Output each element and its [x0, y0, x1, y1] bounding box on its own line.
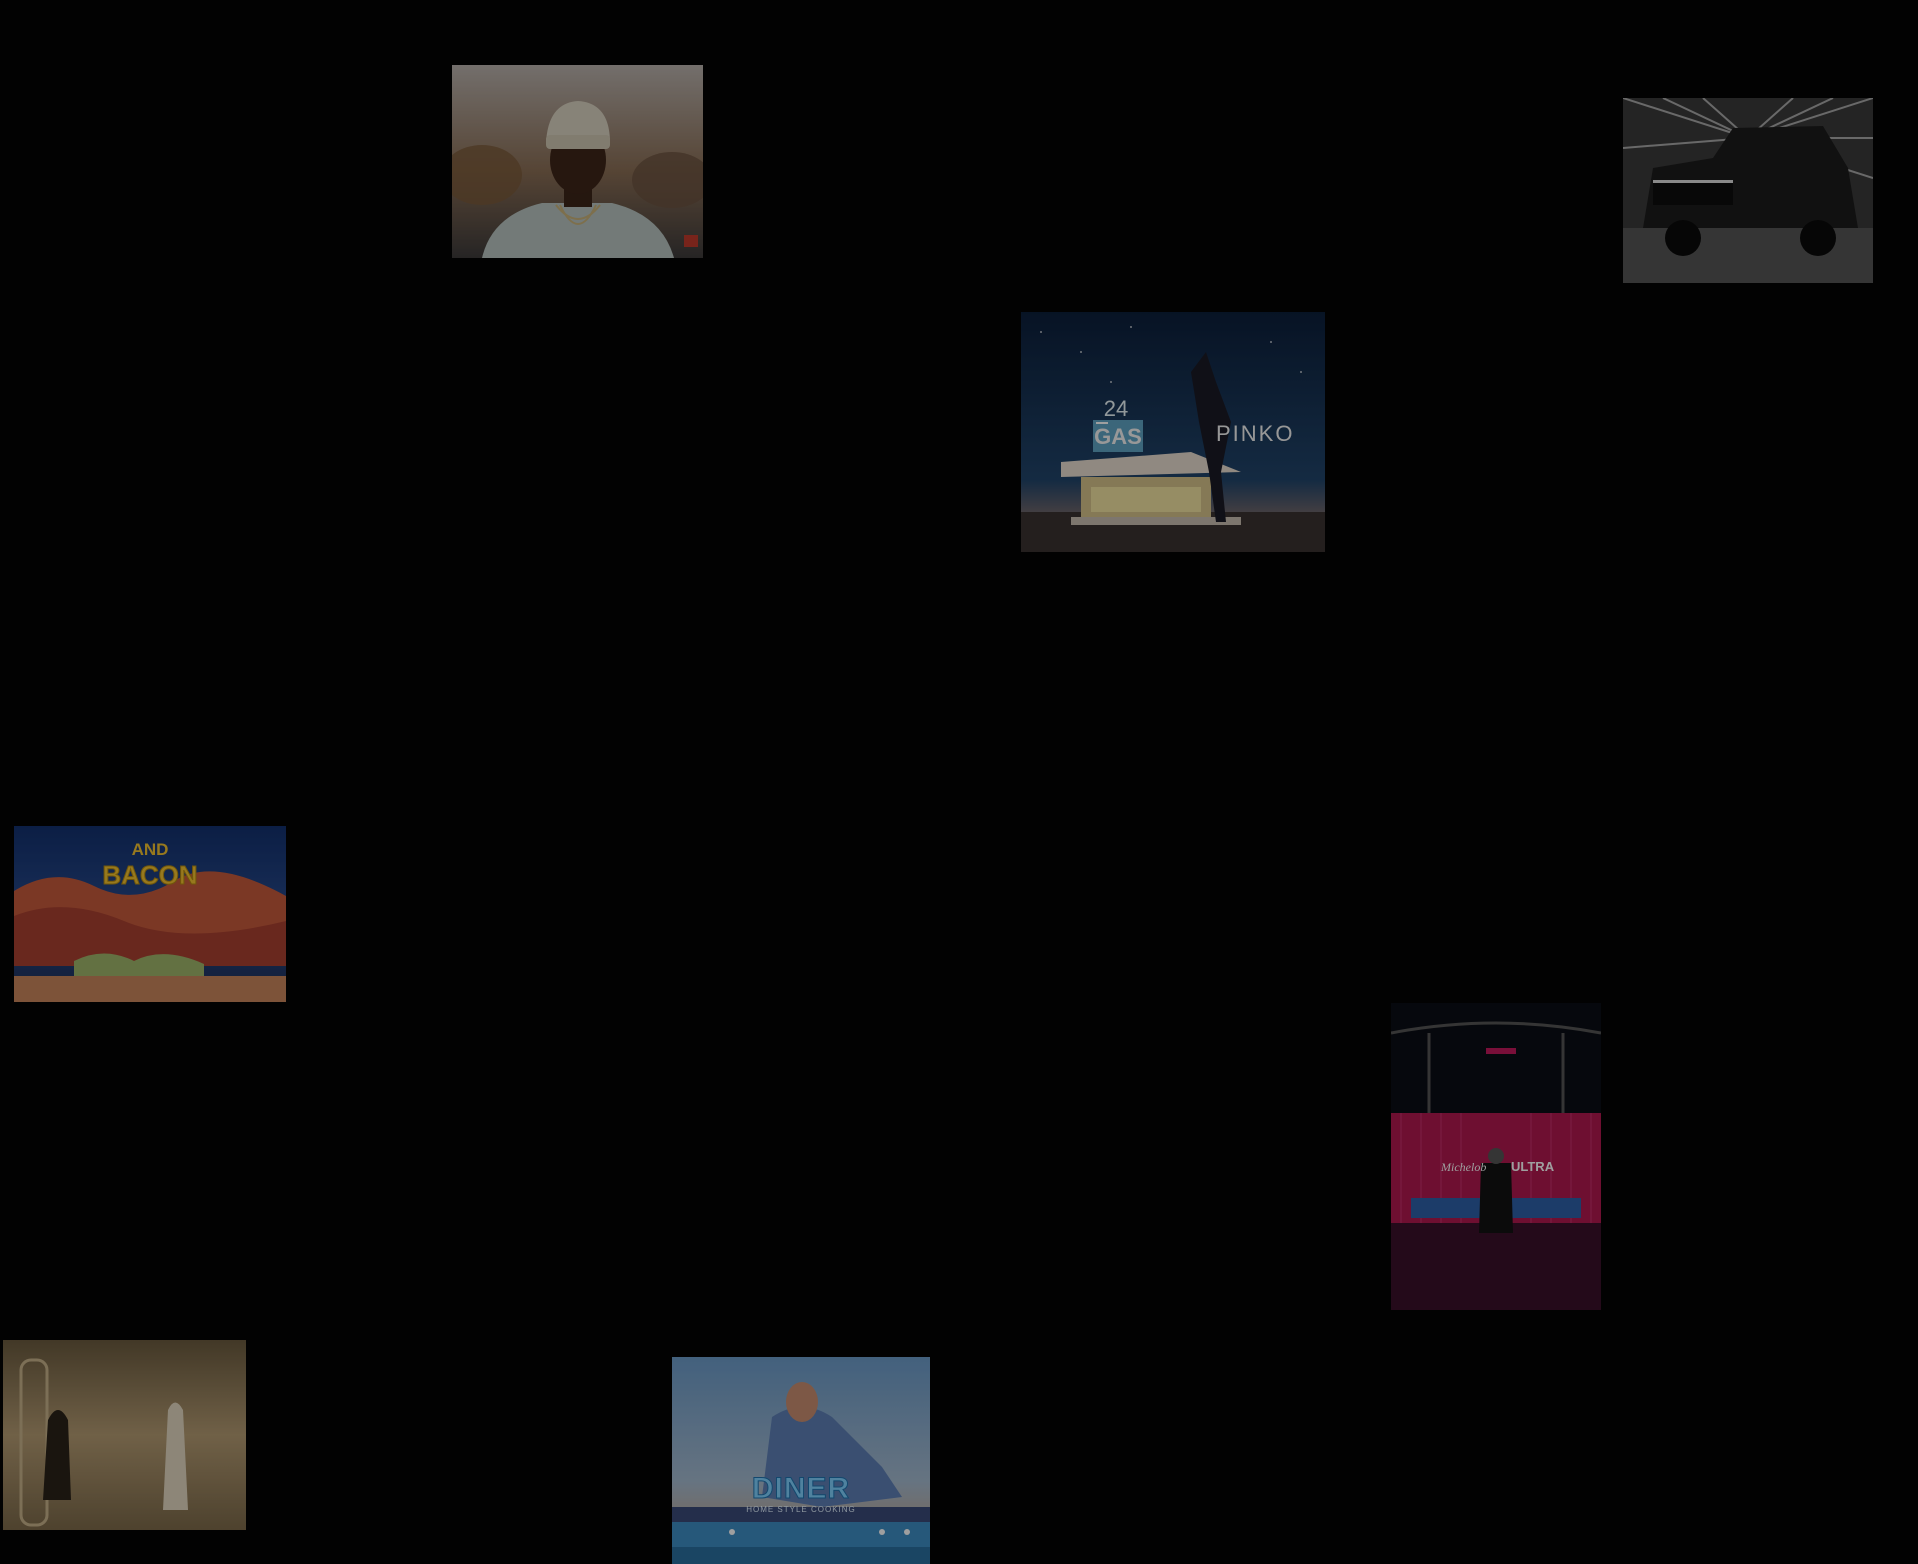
pinko-brand-text: PINKO	[1216, 421, 1295, 446]
gas-sign-number: 24	[1103, 396, 1129, 421]
thumbnail-and-bacon[interactable]: AND BACON	[14, 826, 286, 1002]
ultra-text: ULTRA	[1511, 1159, 1555, 1174]
video-gallery-canvas: 24 GAS PINKO AND BACON Michelob ULTRA DI…	[0, 0, 1918, 1564]
michelob-ultra-stage-image	[1391, 1003, 1601, 1310]
gas-sign-word: GAS	[1094, 424, 1142, 449]
thumbnail-desert-mirror[interactable]	[3, 1340, 246, 1530]
thumbnail-pinko-gas-station[interactable]: 24 GAS PINKO	[1021, 312, 1325, 552]
diner-subtext: HOME STYLE COOKING	[746, 1505, 856, 1514]
thumbnail-man-in-beanie[interactable]	[452, 65, 703, 258]
man-in-beanie-image	[452, 65, 703, 258]
diner-image	[672, 1357, 930, 1564]
thumbnail-diner[interactable]: DINER HOME STYLE COOKING	[672, 1357, 930, 1564]
michelob-script: Michelob	[1441, 1160, 1487, 1174]
thumbnail-pickup-truck[interactable]	[1623, 98, 1873, 283]
pickup-truck-image	[1623, 98, 1873, 283]
desert-mirror-image	[3, 1340, 246, 1530]
bacon-text: BACON	[102, 860, 198, 890]
and-text: AND	[131, 840, 169, 859]
diner-sign: DINER	[751, 1472, 851, 1505]
thumbnail-michelob-ultra-stage[interactable]: Michelob ULTRA	[1391, 1003, 1601, 1310]
